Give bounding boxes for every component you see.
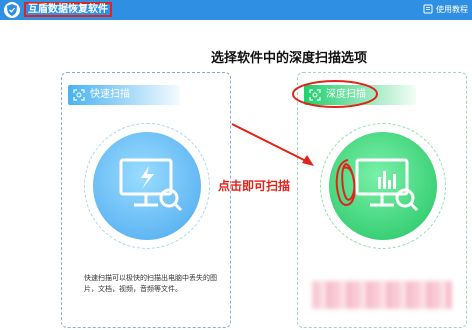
- help-tutorial-link[interactable]: 使用教程: [423, 4, 468, 16]
- deep-scan-tab[interactable]: 深度扫描: [304, 85, 416, 105]
- app-title: 互盾数据恢复软件: [24, 2, 112, 17]
- scan-frame-icon: [73, 89, 85, 101]
- help-label: 使用教程: [436, 5, 468, 14]
- click-hint-annotation: 点击即可扫描: [218, 179, 291, 193]
- instruction-annotation: 选择软件中的深度扫描选项: [211, 51, 368, 66]
- book-icon: [423, 4, 433, 14]
- blurred-watermark: [312, 281, 452, 309]
- deep-scan-card[interactable]: 深度扫描: [297, 72, 467, 328]
- deep-scan-circle[interactable]: [320, 123, 446, 249]
- deep-scan-label: 深度扫描: [326, 89, 366, 100]
- title-bar: 互盾数据恢复软件 使用教程: [0, 0, 472, 20]
- scan-frame-icon: [309, 89, 321, 101]
- quick-scan-circle[interactable]: [84, 123, 210, 249]
- quick-scan-card[interactable]: 快速扫描 快速扫描可以极快的扫描出电脑中丢失的图片，文档，视频，音频等文件。: [61, 72, 231, 328]
- quick-scan-tab[interactable]: 快速扫描: [68, 85, 180, 105]
- monitor-chart-icon[interactable]: [329, 132, 437, 240]
- shield-check-icon: [4, 2, 20, 18]
- quick-scan-label: 快速扫描: [90, 89, 130, 100]
- monitor-lightning-icon[interactable]: [93, 132, 201, 240]
- quick-scan-description: 快速扫描可以极快的扫描出电脑中丢失的图片，文档，视频，音频等文件。: [84, 274, 217, 293]
